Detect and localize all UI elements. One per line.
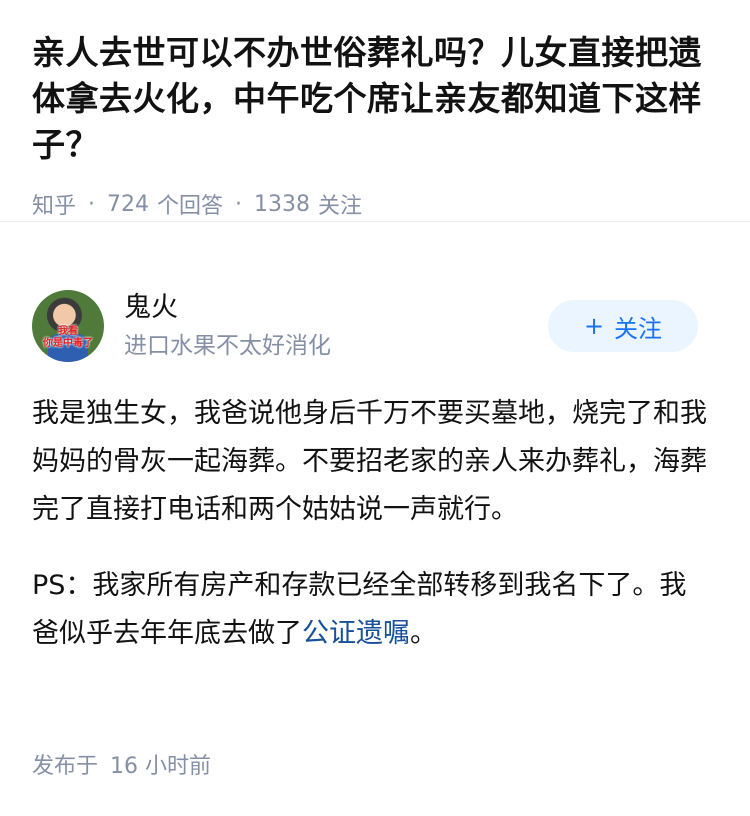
- meta-separator: ·: [88, 191, 96, 217]
- answer-paragraph-1: 我是独生女，我爸说他身后千万不要买墓地，烧完了和我妈妈的骨灰一起海葬。不要招老家…: [32, 398, 707, 525]
- answer-paragraph-2: PS：我家所有房产和存款已经全部转移到我名下了。我爸似乎去年年底去做了公证遗嘱。: [32, 562, 712, 658]
- answer-paragraph-2-end: 。: [410, 618, 437, 649]
- followers-count[interactable]: 1338: [254, 192, 310, 217]
- question-header: 亲人去世可以不办世俗葬礼吗？儿女直接把遗体拿去火化，中午吃个席让亲友都知道下这样…: [0, 0, 750, 222]
- published-time: 16 小时前: [110, 754, 212, 779]
- answer-content: 我是独生女，我爸说他身后千万不要买墓地，烧完了和我妈妈的骨灰一起海葬。不要招老家…: [32, 390, 712, 658]
- author-row: 我看 你是中毒了 鬼火 进口水果不太好消化 + 关注: [32, 286, 698, 366]
- avatar-caption-line-1: 我看: [58, 326, 78, 337]
- answers-label[interactable]: 个回答: [157, 188, 223, 220]
- plus-icon: +: [583, 312, 605, 340]
- author-name[interactable]: 鬼火: [124, 290, 548, 326]
- avatar-caption: 我看 你是中毒了: [36, 326, 100, 350]
- source-label[interactable]: 知乎: [32, 188, 76, 220]
- publish-info: 发布于 16 小时前: [32, 748, 211, 780]
- follow-button[interactable]: + 关注: [548, 300, 698, 352]
- published-label: 发布于: [32, 754, 99, 779]
- question-meta: 知乎 · 724 个回答 · 1338 关注: [32, 188, 718, 220]
- meta-separator: ·: [235, 191, 243, 217]
- follow-button-label: 关注: [614, 314, 663, 343]
- question-title[interactable]: 亲人去世可以不办世俗葬礼吗？儿女直接把遗体拿去火化，中午吃个席让亲友都知道下这样…: [32, 30, 718, 168]
- author-bio: 进口水果不太好消化: [124, 333, 331, 359]
- author-info: 鬼火 进口水果不太好消化: [124, 290, 548, 362]
- followers-label[interactable]: 关注: [318, 188, 362, 220]
- avatar-caption-line-2: 你是中毒了: [43, 338, 93, 349]
- answers-count[interactable]: 724: [107, 192, 149, 217]
- avatar[interactable]: 我看 你是中毒了: [32, 290, 104, 362]
- notarized-will-link[interactable]: 公证遗嘱: [302, 618, 410, 649]
